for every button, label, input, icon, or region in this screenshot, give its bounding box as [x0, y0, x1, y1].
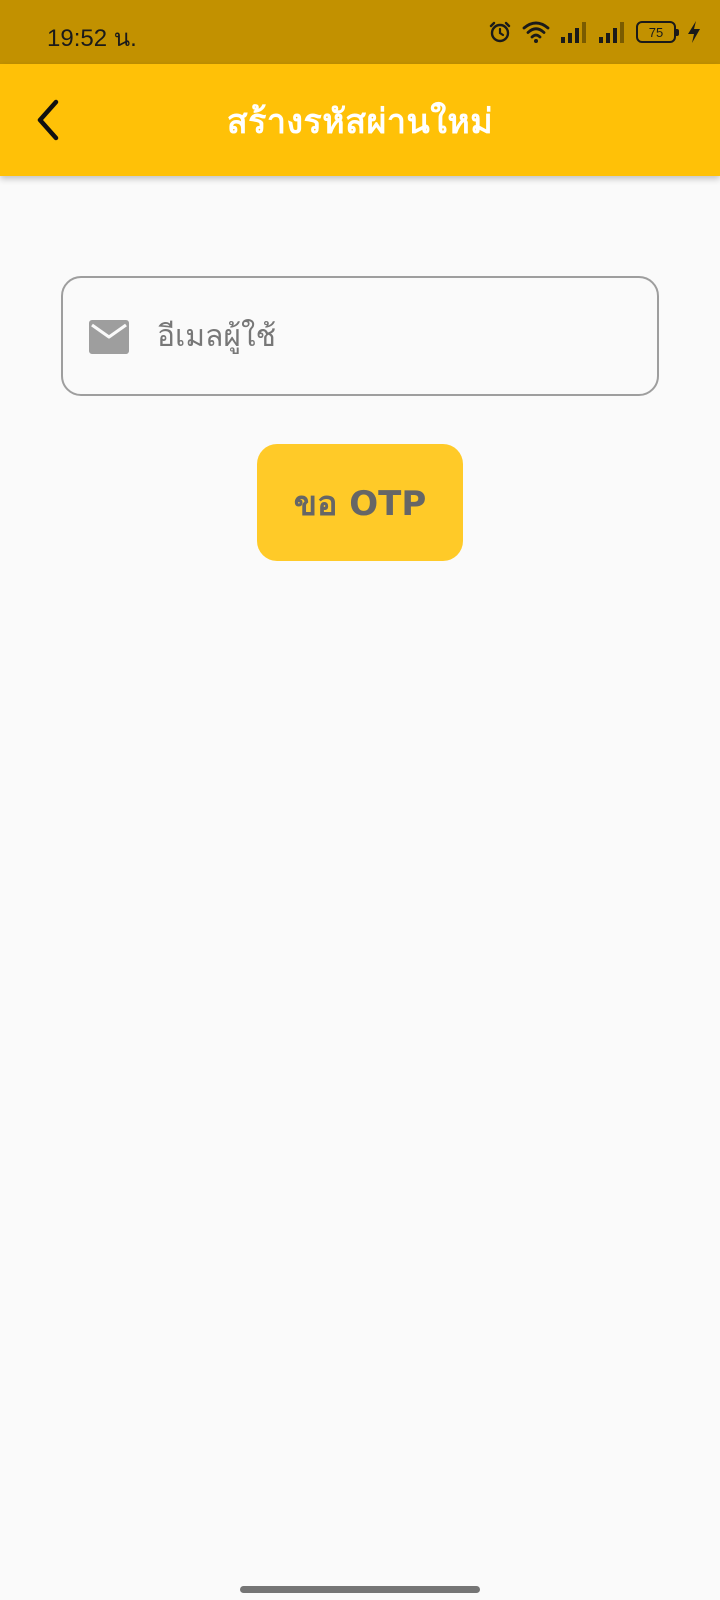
signal-icon: [561, 22, 586, 43]
wifi-icon: [522, 21, 550, 43]
battery-icon: 75: [636, 21, 679, 43]
status-bar: 19:52 น. 75: [0, 0, 720, 64]
app-bar: สร้างรหัสผ่านใหม่: [0, 64, 720, 176]
battery-level: 75: [648, 24, 664, 40]
alarm-icon: [489, 21, 511, 43]
screen: 19:52 น. 75 สร้างรหัสผ่านใหม่ อีเมลผู้ใช…: [0, 0, 720, 1600]
email-input[interactable]: [157, 308, 637, 364]
request-otp-button[interactable]: ขอ OTP: [257, 444, 463, 561]
status-time: 19:52 น.: [47, 25, 137, 52]
status-icons: 75: [488, 18, 702, 46]
mail-icon: [89, 320, 129, 354]
signal-icon: [599, 22, 624, 43]
charging-icon: [688, 21, 700, 43]
gesture-bar[interactable]: [240, 1586, 480, 1593]
email-field[interactable]: [61, 276, 659, 396]
page-title: สร้างรหัสผ่านใหม่: [226, 102, 494, 142]
